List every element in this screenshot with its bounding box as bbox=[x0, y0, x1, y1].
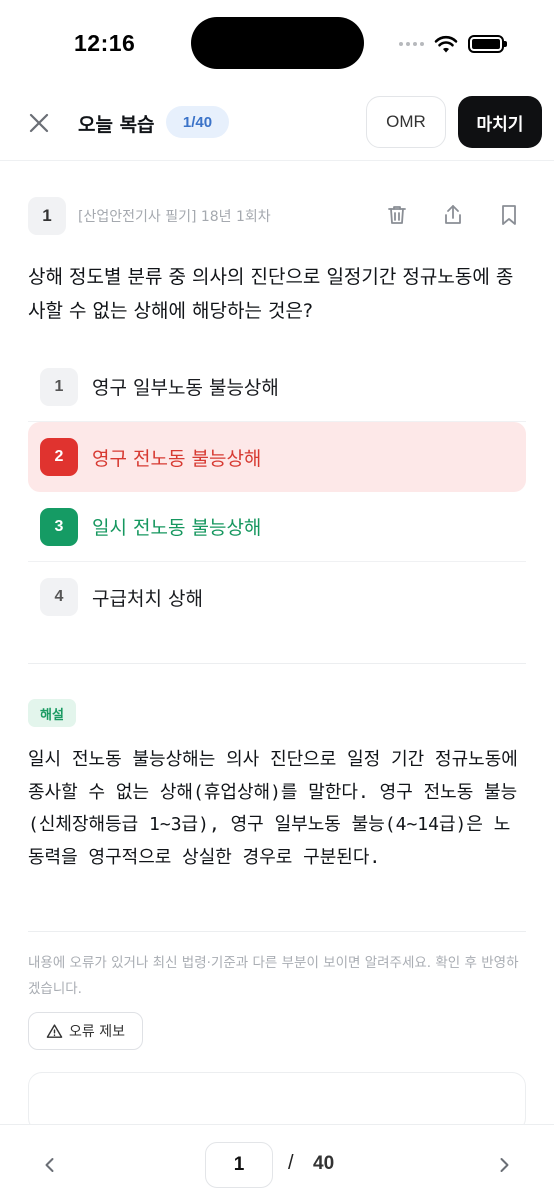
choice-3[interactable]: 3 일시 전노동 불능상해 bbox=[28, 492, 526, 562]
report-error-button[interactable]: 오류 제보 bbox=[28, 1012, 143, 1050]
choice-1[interactable]: 1 영구 일부노동 불능상해 bbox=[28, 352, 526, 422]
choice-label: 영구 일부노동 불능상해 bbox=[92, 377, 279, 399]
question-actions bbox=[382, 200, 524, 230]
choice-number: 3 bbox=[40, 507, 78, 546]
next-card bbox=[28, 1072, 526, 1132]
header-divider bbox=[0, 160, 554, 161]
choice-label: 일시 전노동 불능상해 bbox=[92, 517, 262, 539]
status-icons bbox=[399, 34, 507, 54]
choice-number: 1 bbox=[40, 367, 78, 406]
status-time: 12:16 bbox=[74, 30, 136, 56]
report-error-label: 오류 제보 bbox=[69, 1024, 125, 1040]
top-header: 오늘 복습 1/40 OMR 마치기 bbox=[0, 96, 554, 152]
battery-icon bbox=[468, 35, 507, 53]
page-separator: / bbox=[288, 1152, 294, 1174]
finish-button[interactable]: 마치기 bbox=[458, 96, 542, 148]
progress-badge: 1/40 bbox=[166, 106, 229, 138]
bookmark-button[interactable] bbox=[494, 200, 524, 230]
answer-choices: 1 영구 일부노동 불능상해 2 영구 전노동 불능상해 3 일시 전노동 불능… bbox=[28, 352, 526, 632]
choice-label: 구급처치 상해 bbox=[92, 587, 203, 610]
choice-number: 2 bbox=[40, 438, 78, 476]
page-title: 오늘 복습 bbox=[78, 114, 155, 136]
question-text: 상해 정도별 분류 중 의사의 진단으로 일정기간 정규노동에 종사할 수 없는… bbox=[28, 266, 514, 322]
prev-button[interactable] bbox=[34, 1149, 66, 1181]
warning-icon bbox=[46, 1023, 63, 1038]
bookmark-icon bbox=[502, 205, 516, 225]
signal-icon bbox=[399, 42, 424, 46]
page-total: 40 bbox=[313, 1153, 335, 1174]
notice-divider bbox=[28, 931, 526, 932]
dynamic-island bbox=[191, 17, 364, 69]
chevron-right-icon bbox=[500, 1158, 509, 1172]
delete-button[interactable] bbox=[382, 200, 412, 230]
choice-label: 영구 전노동 불능상해 bbox=[92, 447, 262, 470]
section-divider bbox=[28, 663, 526, 664]
share-button[interactable] bbox=[438, 200, 468, 230]
bottom-pagination: / 40 bbox=[0, 1124, 554, 1200]
question-number: 1 bbox=[28, 197, 66, 235]
choice-number: 4 bbox=[40, 578, 78, 616]
explanation-text: 일시 전노동 불능상해는 의사 진단으로 일정 기간 정규노동에 종사할 수 없… bbox=[28, 749, 518, 868]
status-bar: 12:16 bbox=[0, 0, 554, 86]
next-button[interactable] bbox=[488, 1149, 520, 1181]
question-source: [산업안전기사 필기] 18년 1회차 bbox=[78, 209, 271, 225]
explanation-tag: 해설 bbox=[28, 699, 76, 727]
omr-button[interactable]: OMR bbox=[366, 96, 446, 148]
choice-4[interactable]: 4 구급처치 상해 bbox=[28, 562, 526, 632]
close-icon bbox=[29, 113, 49, 133]
error-notice: 내용에 오류가 있거나 최신 법령·기준과 다른 부분이 보이면 알려주세요. … bbox=[28, 955, 519, 997]
share-icon bbox=[445, 205, 461, 224]
choice-2[interactable]: 2 영구 전노동 불능상해 bbox=[28, 422, 526, 492]
trash-icon bbox=[388, 206, 406, 224]
page-number-input[interactable] bbox=[205, 1142, 273, 1188]
chevron-left-icon bbox=[45, 1158, 54, 1172]
wifi-icon bbox=[434, 35, 458, 53]
close-button[interactable] bbox=[24, 108, 54, 138]
